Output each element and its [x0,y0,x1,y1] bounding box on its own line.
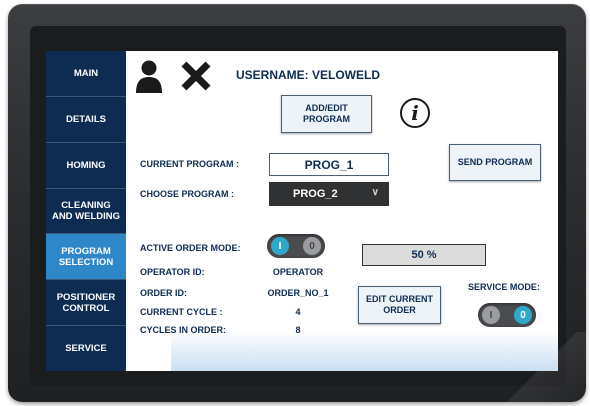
current-cycle-value: 4 [295,307,301,317]
toggle-knob-on: I [271,237,289,255]
sidebar: MAIN DETAILS HOMING CLEANING AND WELDING… [46,51,126,371]
active-order-mode-toggle[interactable]: I 0 [267,234,325,258]
hmi-screen: MAIN DETAILS HOMING CLEANING AND WELDING… [46,51,558,371]
main-content: USERNAME: VELOWELD ADD/EDIT PROGRAM i CU… [126,51,558,371]
service-mode-toggle[interactable]: I 0 [478,303,536,327]
current-program-value: PROG_1 [269,153,389,176]
operator-id-value: OPERATOR [272,267,324,277]
send-program-button[interactable]: SEND PROGRAM [449,144,541,181]
order-id-value: ORDER_NO_1 [267,288,329,298]
chevron-down-icon: ∨ [371,187,379,198]
sidebar-item-cleaning-and-welding[interactable]: CLEANING AND WELDING [46,189,126,235]
username-label: USERNAME: VELOWELD [236,68,380,82]
current-cycle-label: CURRENT CYCLE : [140,307,223,317]
progress-text: 50 % [411,249,437,261]
operator-id-label: OPERATOR ID: [140,267,205,277]
toggle-knob-off: I [482,306,500,324]
cycles-in-order-label: CYCLES IN ORDER: [140,325,227,335]
user-icon[interactable] [134,59,164,93]
sidebar-item-main[interactable]: MAIN [46,51,126,97]
sidebar-item-program-selection[interactable]: PROGRAM SELECTION [46,234,126,281]
add-edit-program-button[interactable]: ADD/EDIT PROGRAM [281,95,372,133]
order-progress-bar: 50 % [362,244,486,266]
choose-program-dropdown[interactable]: PROG_2 ∨ [269,182,389,206]
toggle-knob-on: 0 [514,306,532,324]
order-id-label: ORDER ID: [140,288,187,298]
sidebar-item-service[interactable]: SERVICE [46,326,126,371]
active-order-mode-label: ACTIVE ORDER MODE: [140,243,241,253]
choose-program-value: PROG_2 [293,188,338,200]
current-program-label: CURRENT PROGRAM : [140,159,239,169]
cycles-in-order-value: 8 [295,325,301,335]
service-mode-label: SERVICE MODE: [468,282,540,292]
sidebar-item-positioner-control[interactable]: POSITIONER CONTROL [46,280,126,327]
toggle-knob-off: 0 [303,237,321,255]
info-icon[interactable]: i [400,98,430,128]
choose-program-label: CHOOSE PROGRAM : [140,189,235,199]
sidebar-item-homing[interactable]: HOMING [46,143,126,189]
sidebar-item-details[interactable]: DETAILS [46,97,126,143]
close-icon[interactable] [180,60,212,92]
edit-current-order-button[interactable]: EDIT CURRENT ORDER [358,286,441,324]
